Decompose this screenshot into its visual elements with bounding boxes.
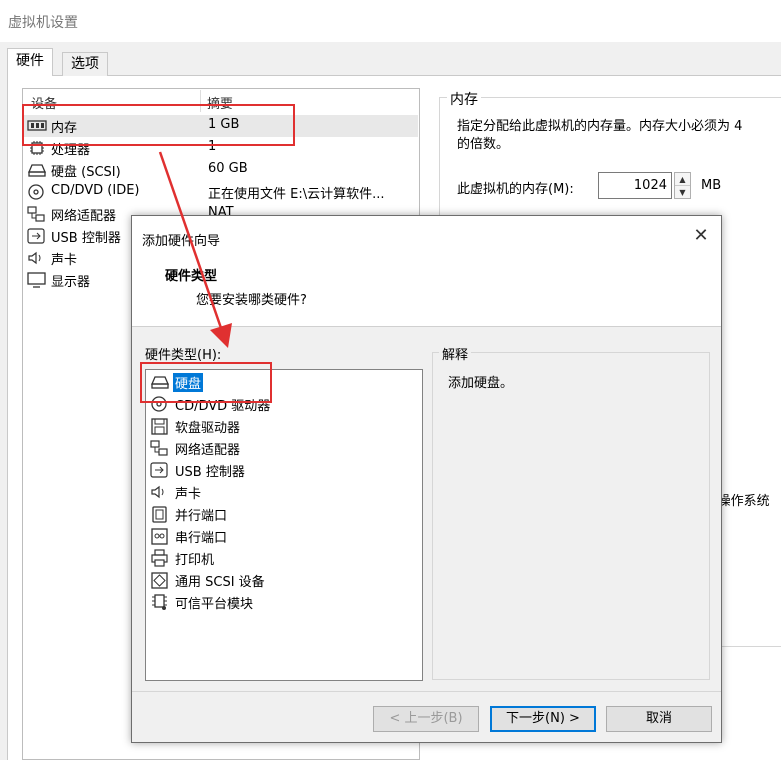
device-name: 网络适配器 (51, 209, 117, 224)
tab-options[interactable]: 选项 (62, 52, 108, 76)
memory-group-title: 内存 (447, 89, 481, 109)
parallel-port-icon (152, 506, 167, 523)
annotation-box-hard-disk (140, 362, 272, 403)
next-button[interactable]: 下一步(N) > (490, 706, 596, 732)
hw-item-sound[interactable]: 声卡 (150, 481, 418, 503)
usb-icon (150, 462, 168, 478)
hw-item-network[interactable]: 网络适配器 (150, 437, 418, 459)
printer-icon (151, 549, 168, 567)
hw-item-label: 并行端口 (175, 509, 228, 524)
device-name: CD/DVD (IDE) (51, 183, 140, 198)
window-title-bar: 虚拟机设置 (0, 0, 781, 42)
hw-item-serial-port[interactable]: 串行端口 (150, 525, 418, 547)
hw-item-usb[interactable]: USB 控制器 (150, 459, 418, 481)
annotation-box-memory (22, 104, 295, 146)
tab-hardware[interactable]: 硬件 (7, 48, 53, 76)
add-hardware-dialog: 添加硬件向导 ✕ 硬件类型 您要安装哪类硬件? 硬件类型(H): 硬盘 CD/D… (131, 215, 722, 743)
device-summary: 60 GB (208, 161, 248, 176)
dialog-subheading: 您要安装哪类硬件? (196, 293, 307, 308)
dialog-header: 添加硬件向导 ✕ 硬件类型 您要安装哪类硬件? (132, 216, 721, 327)
memory-input[interactable]: 1024 (598, 172, 672, 199)
hw-item-label: 通用 SCSI 设备 (175, 575, 265, 590)
hardware-type-list[interactable]: 硬盘 CD/DVD 驱动器 软盘驱动器 网络适配器 USB 控制器 声卡 并行端… (145, 369, 423, 681)
device-name: 硬盘 (SCSI) (51, 165, 121, 180)
memory-description-line-2: 的倍数。 (457, 137, 510, 152)
usb-icon (27, 228, 45, 244)
explanation-text: 添加硬盘。 (448, 376, 514, 391)
hw-item-label: 声卡 (175, 487, 202, 502)
cancel-button[interactable]: 取消 (606, 706, 712, 732)
memory-label: 此虚拟机的内存(M): (457, 182, 574, 197)
scsi-icon (151, 572, 168, 589)
floppy-icon (151, 418, 168, 435)
hardware-type-label: 硬件类型(H): (145, 348, 222, 363)
dialog-title: 添加硬件向导 (142, 234, 221, 249)
hw-item-label: 串行端口 (175, 531, 228, 546)
hard-disk-icon (28, 164, 46, 177)
cd-dvd-icon (28, 184, 44, 200)
network-adapter-icon (150, 440, 168, 456)
device-name: 显示器 (51, 275, 91, 290)
display-icon (27, 272, 46, 288)
os-text-fragment: l操作系统 (714, 494, 770, 509)
tpm-icon (152, 594, 167, 610)
hw-item-scsi[interactable]: 通用 SCSI 设备 (150, 569, 418, 591)
hw-item-label: 打印机 (175, 553, 215, 568)
close-icon[interactable]: ✕ (689, 224, 713, 248)
window-title: 虚拟机设置 (8, 15, 78, 31)
hw-item-label: 网络适配器 (175, 443, 241, 458)
memory-spinner[interactable]: ▲ ▼ (674, 172, 691, 199)
device-row-cd-dvd[interactable]: CD/DVD (IDE) 正在使用文件 E:\云计算软件... (24, 181, 418, 203)
device-summary: 正在使用文件 E:\云计算软件... (208, 187, 385, 202)
sound-icon (28, 251, 41, 265)
device-name: USB 控制器 (51, 231, 121, 246)
memory-description: 指定分配给此虚拟机的内存量。内存大小必须为 4 的倍数。 (457, 118, 781, 154)
hw-item-printer[interactable]: 打印机 (150, 547, 418, 569)
device-name: 声卡 (51, 253, 78, 268)
dialog-heading: 硬件类型 (165, 269, 218, 284)
serial-port-icon (151, 528, 168, 545)
hw-item-label: 软盘驱动器 (175, 421, 241, 436)
spin-down-icon[interactable]: ▼ (675, 186, 690, 199)
memory-unit: MB (701, 178, 722, 193)
footer-divider (132, 691, 721, 692)
back-button[interactable]: < 上一步(B) (373, 706, 479, 732)
hw-item-label: USB 控制器 (175, 465, 245, 480)
hw-item-tpm[interactable]: 可信平台模块 (150, 591, 418, 613)
device-row-hard-disk[interactable]: 硬盘 (SCSI) 60 GB (24, 159, 418, 181)
sound-icon (151, 485, 164, 499)
hw-item-parallel-port[interactable]: 并行端口 (150, 503, 418, 525)
hw-item-label: 可信平台模块 (175, 597, 254, 612)
network-adapter-icon (27, 206, 45, 222)
explanation-title: 解释 (439, 344, 472, 363)
memory-description-line-1: 指定分配给此虚拟机的内存量。内存大小必须为 4 (457, 119, 743, 134)
spin-up-icon[interactable]: ▲ (675, 173, 690, 186)
explanation-group-box (432, 352, 710, 680)
hw-item-floppy[interactable]: 软盘驱动器 (150, 415, 418, 437)
